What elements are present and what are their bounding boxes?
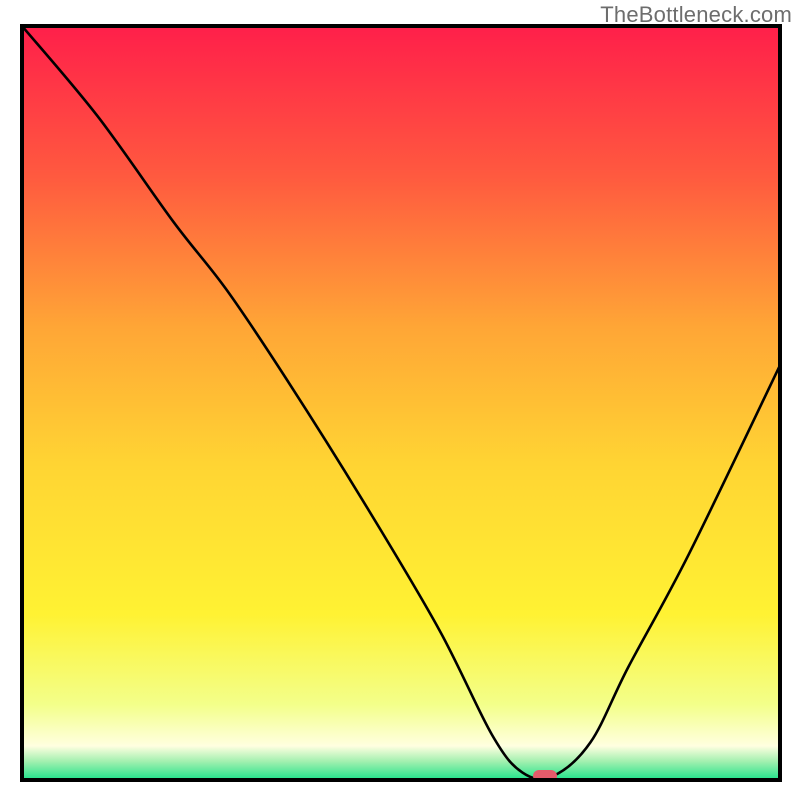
gradient-background [22, 26, 780, 780]
chart-container: TheBottleneck.com [0, 0, 800, 800]
bottleneck-chart [0, 0, 800, 800]
